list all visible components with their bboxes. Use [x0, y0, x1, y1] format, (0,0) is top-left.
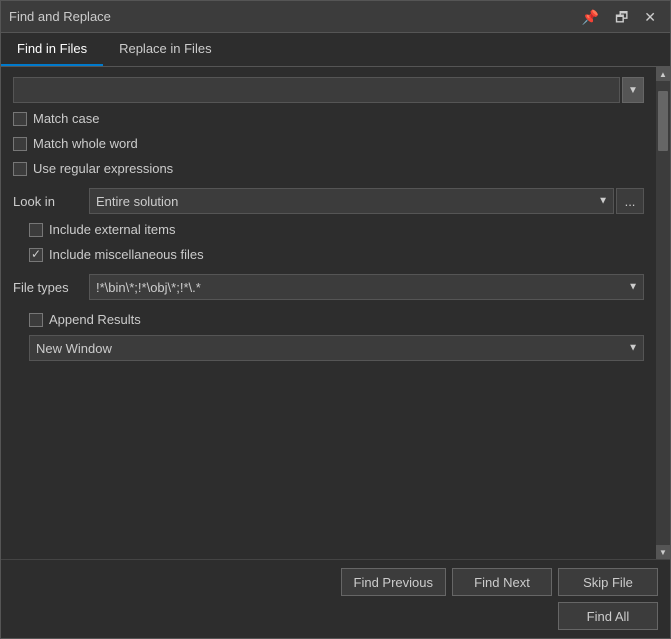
use-regex-checkbox[interactable]	[13, 162, 27, 176]
restore-button[interactable]: 🗗	[609, 8, 634, 26]
content-area: ▼ Match case Match whole word Use regula…	[1, 67, 670, 559]
find-replace-window: Find and Replace 📌 🗗 ✕ Find in Files Rep…	[0, 0, 671, 639]
find-next-button[interactable]: Find Next	[452, 568, 552, 596]
match-whole-word-label[interactable]: Match whole word	[33, 136, 138, 151]
search-input[interactable]	[13, 77, 620, 103]
look-in-select[interactable]: Entire solution Current Project Current …	[89, 188, 614, 214]
use-regex-row: Use regular expressions	[13, 159, 644, 178]
browse-button[interactable]: ...	[616, 188, 644, 214]
file-types-row: File types !*\bin\*;!*\obj\*;!*\.* *.* *…	[13, 274, 644, 300]
tab-find-in-files[interactable]: Find in Files	[1, 33, 103, 66]
main-content: ▼ Match case Match whole word Use regula…	[1, 67, 656, 559]
look-in-field-wrap: Entire solution Current Project Current …	[89, 188, 644, 214]
search-row: ▼	[13, 77, 644, 103]
scrollbar: ▲ ▼	[656, 67, 670, 559]
tab-replace-in-files[interactable]: Replace in Files	[103, 33, 228, 66]
tabs-bar: Find in Files Replace in Files	[1, 33, 670, 67]
file-types-select[interactable]: !*\bin\*;!*\obj\*;!*\.* *.* *.cs *.js *.…	[89, 274, 644, 300]
buttons-area: Find Previous Find Next Skip File Find A…	[1, 559, 670, 638]
look-in-label: Look in	[13, 194, 81, 209]
include-misc-checkbox[interactable]	[29, 248, 43, 262]
skip-file-button[interactable]: Skip File	[558, 568, 658, 596]
output-select-wrap: New Window Find Results 1 Find Results 2…	[29, 335, 644, 361]
include-misc-row: Include miscellaneous files	[13, 245, 644, 264]
match-whole-word-checkbox[interactable]	[13, 137, 27, 151]
scrollbar-track[interactable]	[656, 81, 670, 545]
append-results-label[interactable]: Append Results	[49, 312, 141, 327]
buttons-row-1: Find Previous Find Next Skip File	[341, 568, 658, 596]
window-title: Find and Replace	[9, 9, 111, 24]
look-in-row: Look in Entire solution Current Project …	[13, 188, 644, 214]
include-external-label[interactable]: Include external items	[49, 222, 175, 237]
title-bar: Find and Replace 📌 🗗 ✕	[1, 1, 670, 33]
match-whole-word-row: Match whole word	[13, 134, 644, 153]
scroll-down-button[interactable]: ▼	[656, 545, 670, 559]
include-external-checkbox[interactable]	[29, 223, 43, 237]
close-button[interactable]: ✕	[638, 8, 662, 26]
scroll-up-button[interactable]: ▲	[656, 67, 670, 81]
output-window-row: New Window Find Results 1 Find Results 2…	[13, 335, 644, 361]
look-in-select-wrap: Entire solution Current Project Current …	[89, 188, 614, 214]
include-misc-label[interactable]: Include miscellaneous files	[49, 247, 204, 262]
file-types-label: File types	[13, 280, 81, 295]
title-controls: 📌 🗗 ✕	[576, 8, 662, 26]
match-case-label[interactable]: Match case	[33, 111, 99, 126]
find-previous-button[interactable]: Find Previous	[341, 568, 446, 596]
search-dropdown-arrow[interactable]: ▼	[622, 77, 644, 103]
buttons-row-2: Find All	[558, 602, 658, 630]
use-regex-label[interactable]: Use regular expressions	[33, 161, 173, 176]
append-results-checkbox[interactable]	[29, 313, 43, 327]
file-types-select-wrap: !*\bin\*;!*\obj\*;!*\.* *.* *.cs *.js *.…	[89, 274, 644, 300]
output-select[interactable]: New Window Find Results 1 Find Results 2	[29, 335, 644, 361]
pin-button[interactable]: 📌	[576, 8, 605, 26]
scrollbar-thumb[interactable]	[658, 91, 668, 151]
append-results-row: Append Results	[13, 310, 644, 329]
include-external-row: Include external items	[13, 220, 644, 239]
match-case-checkbox[interactable]	[13, 112, 27, 126]
find-all-button[interactable]: Find All	[558, 602, 658, 630]
match-case-row: Match case	[13, 109, 644, 128]
